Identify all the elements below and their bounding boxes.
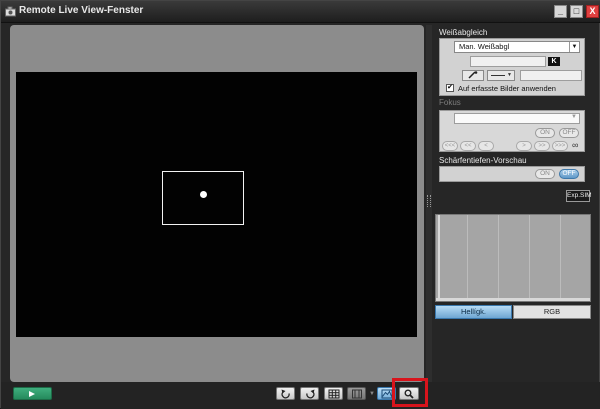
- eyedropper-icon: [468, 71, 478, 79]
- focus-off-button[interactable]: OFF: [559, 128, 579, 138]
- control-panel: Weißabgleich Man. Weißabgl ▼ K ▼ ✔ Auf e…: [433, 25, 595, 382]
- aspect-ratio-button[interactable]: [347, 387, 366, 400]
- bottom-toolbar: ▼: [1, 382, 600, 409]
- focus-header: Fokus: [439, 98, 461, 107]
- app-icon: [5, 6, 16, 17]
- title-bar: Remote Live View-Fenster _ □ X: [1, 1, 600, 23]
- histogram-baseline: [436, 298, 590, 301]
- dof-off-button[interactable]: OFF: [559, 169, 579, 179]
- eyedropper-button[interactable]: [462, 70, 484, 81]
- histogram-left-marker: [438, 215, 440, 301]
- white-balance-value-field[interactable]: [520, 70, 582, 81]
- tab-brightness[interactable]: Hellígk.: [435, 305, 512, 319]
- histogram-gridline: [560, 215, 561, 301]
- rotate-right-button[interactable]: [300, 387, 319, 400]
- focus-mode-select[interactable]: ▼: [454, 113, 580, 124]
- chevron-down-icon: ▼: [507, 72, 512, 78]
- focus-far-3-button[interactable]: >>>: [552, 141, 568, 151]
- dof-preview-header: Schärfentiefen-Vorschau: [439, 156, 527, 165]
- line-icon: [491, 75, 505, 76]
- preview-area: [10, 25, 424, 382]
- focus-on-button[interactable]: ON: [535, 128, 555, 138]
- window-title: Remote Live View-Fenster: [19, 5, 144, 16]
- white-balance-mode: Man. Weißabgl: [459, 42, 510, 51]
- grid-icon: [328, 389, 339, 398]
- minimize-button[interactable]: _: [554, 5, 567, 18]
- chevron-down-icon[interactable]: ▼: [369, 391, 375, 397]
- aspect-ratio-icon: [351, 389, 362, 398]
- panel-splitter[interactable]: [426, 25, 432, 382]
- live-view-image[interactable]: [16, 72, 417, 337]
- white-balance-select[interactable]: Man. Weißabgl ▼: [454, 41, 580, 53]
- focus-near-1-button[interactable]: <: [478, 141, 494, 151]
- splitter-grip-icon[interactable]: [427, 195, 431, 207]
- tab-rgb[interactable]: RGB: [513, 305, 591, 319]
- histogram: [435, 214, 591, 302]
- histogram-gridline: [467, 215, 468, 301]
- chevron-down-icon: ▼: [571, 114, 577, 120]
- dof-preview-box: ON OFF: [439, 166, 585, 182]
- kelvin-badge: K: [548, 57, 560, 66]
- focus-far-1-button[interactable]: >: [516, 141, 532, 151]
- live-view-window: Remote Live View-Fenster _ □ X Weißabgle…: [0, 0, 600, 409]
- white-balance-header: Weißabgleich: [439, 28, 488, 37]
- white-balance-shift-select[interactable]: ▼: [487, 70, 515, 81]
- rotate-left-icon: [280, 389, 290, 398]
- play-icon: [29, 391, 35, 397]
- zoom-highlight-box: [392, 378, 428, 407]
- kelvin-field[interactable]: [470, 56, 546, 67]
- landscape-icon: [381, 389, 392, 398]
- histogram-gridline: [529, 215, 530, 301]
- rotate-left-button[interactable]: [276, 387, 295, 400]
- focus-far-2-button[interactable]: >>: [534, 141, 550, 151]
- apply-label: Auf erfasste Bilder anwenden: [458, 84, 556, 93]
- focus-near-2-button[interactable]: <<: [460, 141, 476, 151]
- close-button[interactable]: X: [586, 5, 599, 18]
- focus-box: ▼ ON OFF <<< << < > >> >>> ∞: [439, 110, 585, 152]
- apply-checkbox[interactable]: ✔: [446, 84, 454, 92]
- start-live-view-button[interactable]: [13, 387, 52, 400]
- maximize-button[interactable]: □: [570, 5, 583, 18]
- rotate-right-icon: [305, 389, 315, 398]
- exposure-sim-badge: Exp.SIM: [566, 190, 592, 202]
- chevron-down-icon: ▼: [569, 42, 579, 52]
- white-balance-box: Man. Weißabgl ▼ K ▼ ✔ Auf erfasste Bilde…: [439, 38, 585, 96]
- histogram-gridline: [498, 215, 499, 301]
- focus-near-3-button[interactable]: <<<: [442, 141, 458, 151]
- focus-point: [200, 191, 207, 198]
- dof-on-button[interactable]: ON: [535, 169, 555, 179]
- grid-button[interactable]: [324, 387, 343, 400]
- focus-frame[interactable]: [162, 171, 244, 225]
- infinity-label: ∞: [572, 140, 579, 150]
